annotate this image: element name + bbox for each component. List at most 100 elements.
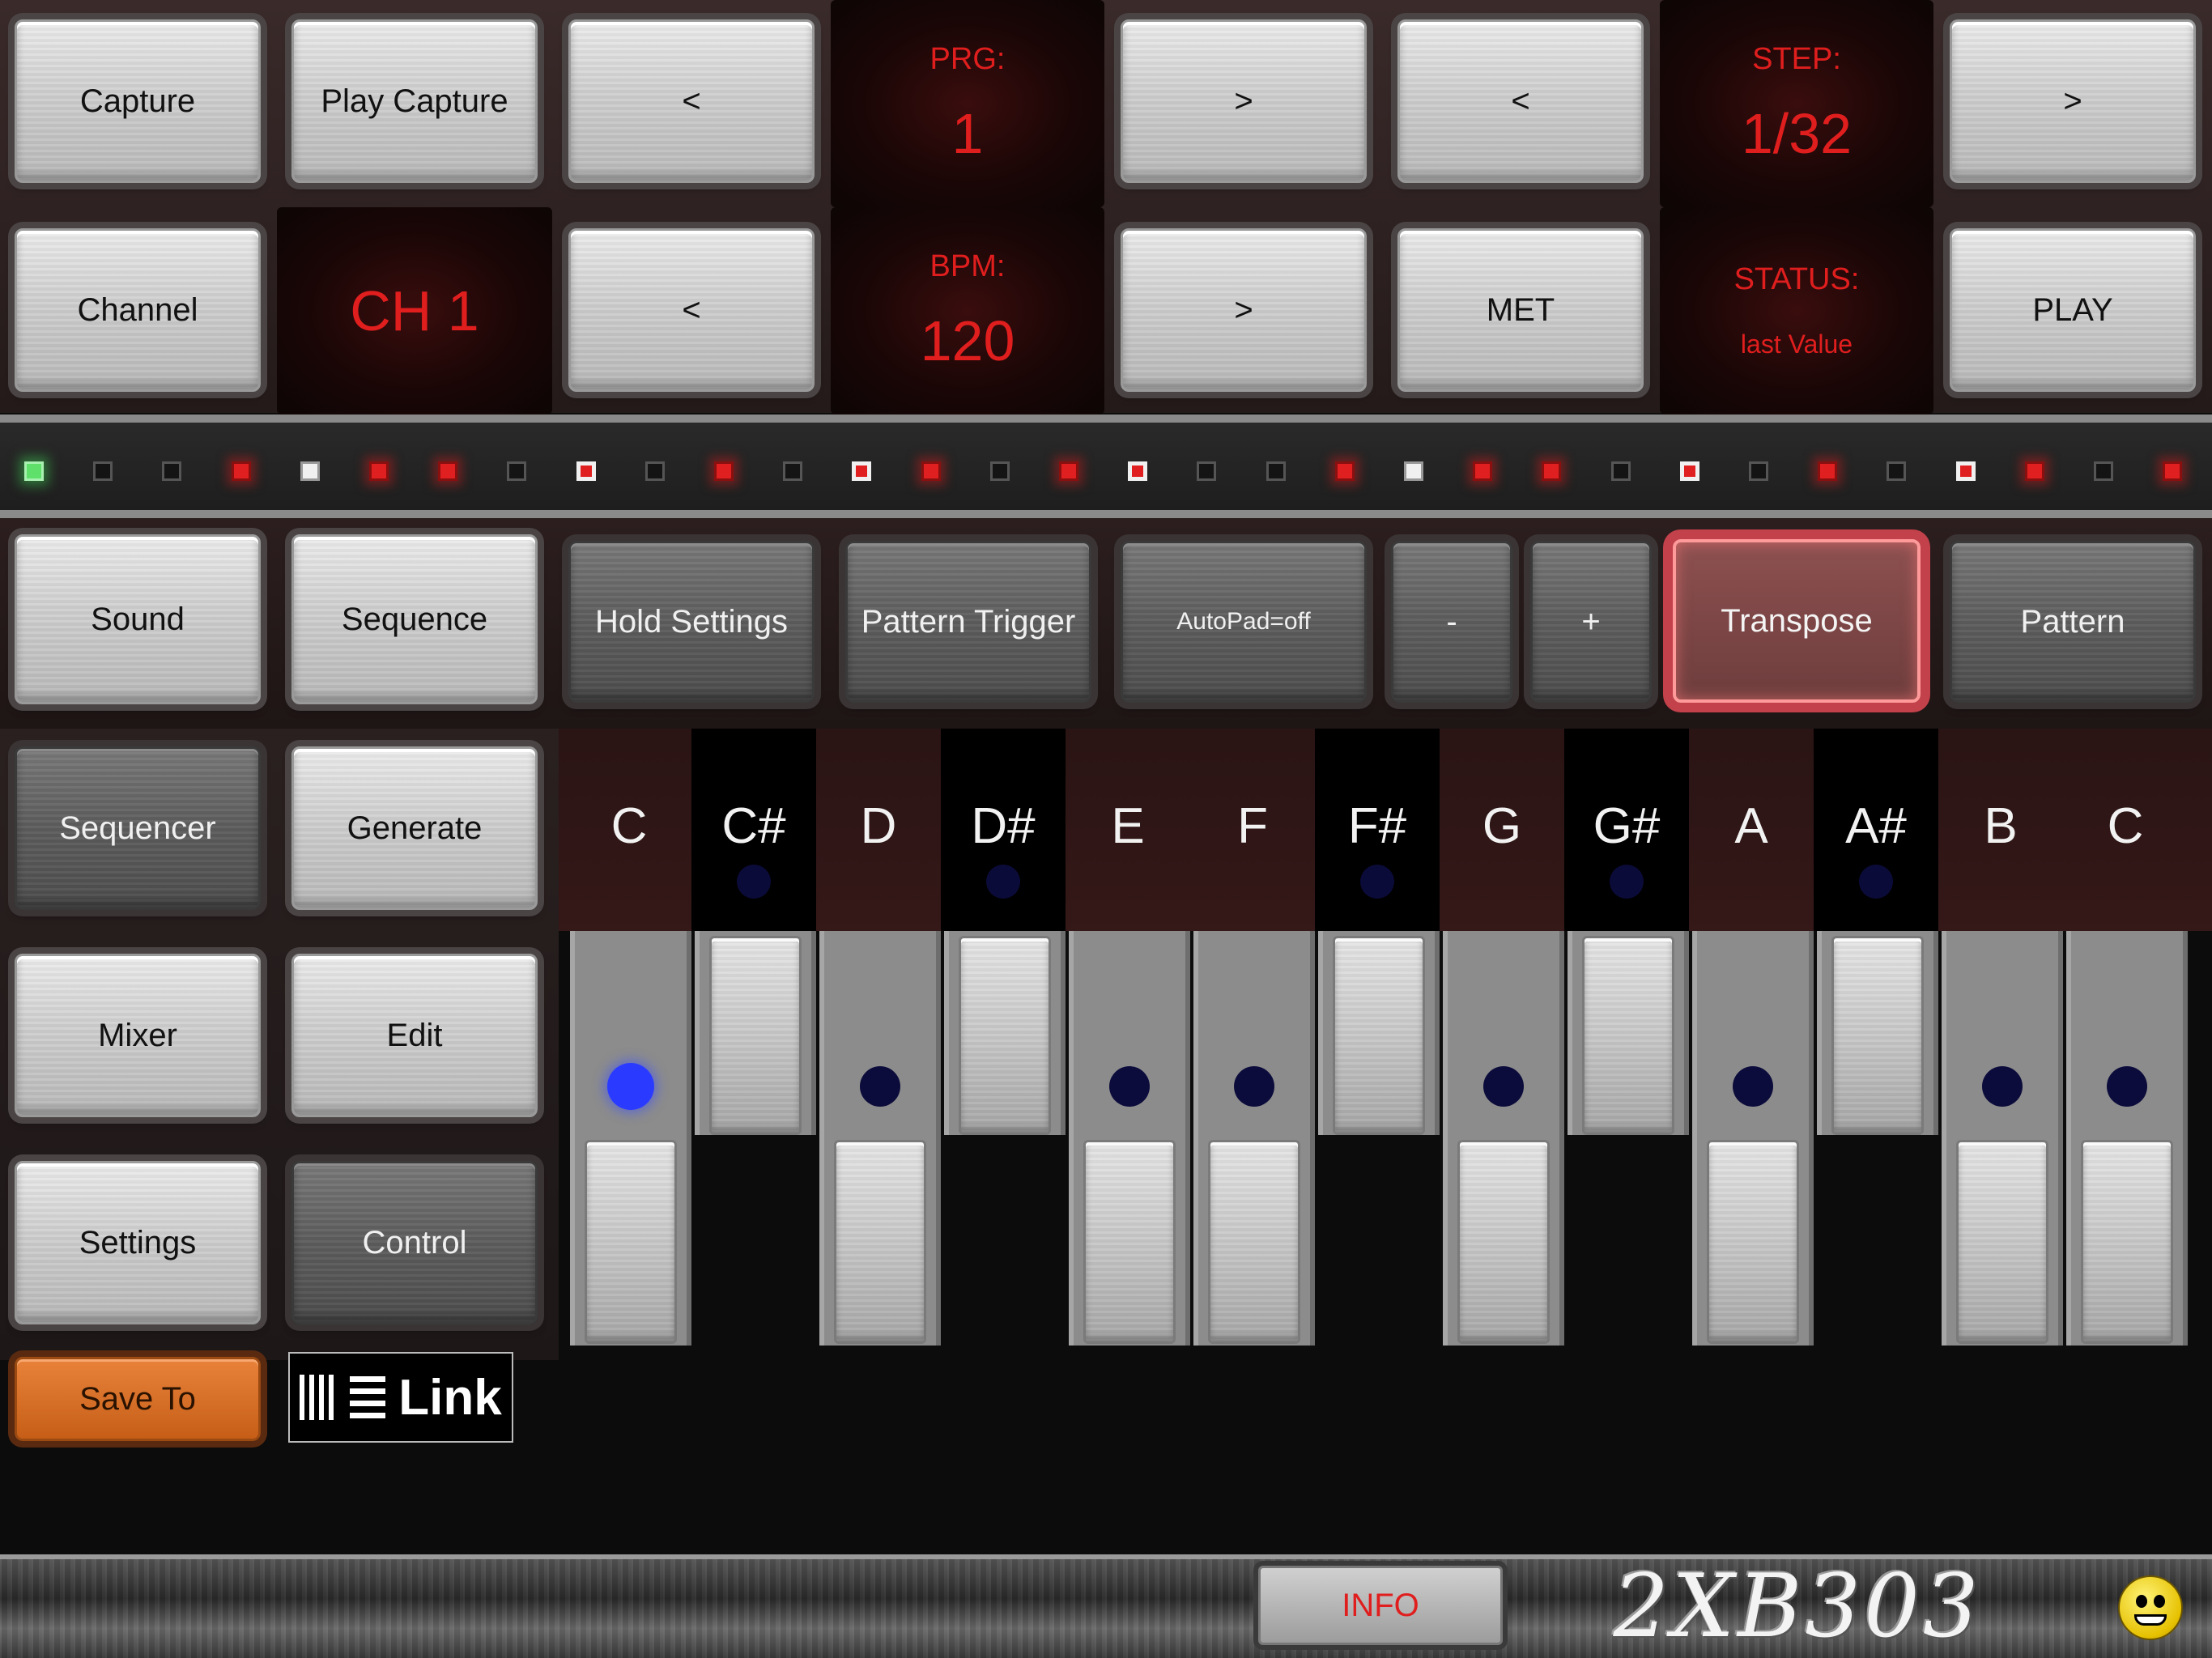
- step-led-32: [2163, 461, 2182, 481]
- ableton-link-button[interactable]: Link: [288, 1352, 513, 1443]
- play-capture-button[interactable]: Play Capture: [291, 19, 538, 183]
- program-value: 1: [951, 101, 984, 165]
- step-prev-button[interactable]: <: [1397, 19, 1644, 183]
- edit-button[interactable]: Edit: [291, 954, 538, 1117]
- step-led-8: [507, 461, 526, 481]
- step-led-10: [645, 461, 665, 481]
- note-label: G: [1482, 798, 1522, 854]
- step-led-25: [1680, 461, 1699, 481]
- note-label: E: [1111, 798, 1145, 854]
- bpm-value: 120: [920, 308, 1015, 372]
- note-label: C: [2107, 798, 2144, 854]
- program-label: PRG:: [929, 41, 1006, 76]
- bpm-next-button[interactable]: >: [1121, 228, 1367, 392]
- step-led-3: [162, 461, 181, 481]
- acid-smiley-icon[interactable]: [2118, 1575, 2183, 1640]
- step-led-18: [1197, 461, 1216, 481]
- step-led-28: [1887, 461, 1906, 481]
- note-indicator-icon: [1483, 1066, 1524, 1107]
- sequencer-button[interactable]: Sequencer: [15, 746, 261, 910]
- step-led-19: [1266, 461, 1286, 481]
- note-indicator-icon: [1109, 1066, 1150, 1107]
- smiley-mouth: [2134, 1614, 2167, 1626]
- white-key-pad[interactable]: [1956, 1140, 2048, 1344]
- black-key-indicator-icon: [1610, 865, 1644, 899]
- status-value: last Value: [1740, 329, 1853, 359]
- control-button[interactable]: Control: [291, 1161, 538, 1324]
- save-to-button[interactable]: Save To: [15, 1357, 261, 1441]
- step-led-31: [2094, 461, 2113, 481]
- program-prev-button[interactable]: <: [568, 19, 815, 183]
- smiley-left-eye: [2136, 1595, 2147, 1608]
- white-key-pad[interactable]: [1083, 1140, 1176, 1344]
- white-key-pad[interactable]: [1208, 1140, 1300, 1344]
- black-key-indicator-icon: [1859, 865, 1893, 899]
- step-led-17: [1128, 461, 1147, 481]
- white-key-pad[interactable]: [2081, 1140, 2173, 1344]
- note-label: C: [610, 798, 648, 854]
- step-led-2: [93, 461, 113, 481]
- active-note-indicator-icon: [607, 1063, 654, 1110]
- black-key-pad[interactable]: [709, 936, 802, 1135]
- step-led-21: [1404, 461, 1423, 481]
- status-display: STATUS: last Value: [1660, 207, 1933, 414]
- black-key-indicator-icon: [1360, 865, 1394, 899]
- note-label: F#: [1347, 798, 1407, 854]
- white-key-pad[interactable]: [1707, 1140, 1799, 1344]
- metronome-button[interactable]: MET: [1397, 228, 1644, 392]
- channel-value: CH 1: [350, 279, 479, 342]
- minus-button[interactable]: -: [1391, 541, 1512, 703]
- sound-button[interactable]: Sound: [15, 534, 261, 704]
- white-key-pad[interactable]: [834, 1140, 926, 1344]
- note-label: B: [1984, 798, 2018, 854]
- step-led-24: [1611, 461, 1631, 481]
- step-led-4: [232, 461, 251, 481]
- plus-button[interactable]: +: [1530, 541, 1652, 703]
- note-indicator-icon: [860, 1066, 900, 1107]
- play-button[interactable]: PLAY: [1950, 228, 2196, 392]
- step-led-15: [990, 461, 1010, 481]
- autopad-button[interactable]: AutoPad=off: [1121, 541, 1367, 703]
- note-label: D: [860, 798, 897, 854]
- black-key-pad[interactable]: [1831, 936, 1924, 1135]
- step-next-button[interactable]: >: [1950, 19, 2196, 183]
- note-label: G#: [1593, 798, 1661, 854]
- hold-settings-button[interactable]: Hold Settings: [568, 541, 815, 703]
- note-label: A#: [1845, 798, 1907, 854]
- step-led-23: [1542, 461, 1561, 481]
- black-key-indicator-icon: [737, 865, 771, 899]
- transpose-button[interactable]: Transpose: [1673, 539, 1921, 703]
- bpm-prev-button[interactable]: <: [568, 228, 815, 392]
- black-key-pad[interactable]: [1333, 936, 1425, 1135]
- step-led-13: [852, 461, 871, 481]
- step-led-27: [1818, 461, 1837, 481]
- capture-button[interactable]: Capture: [15, 19, 261, 183]
- step-led-6: [369, 461, 389, 481]
- channel-display: CH 1: [277, 207, 552, 414]
- white-key-pad[interactable]: [1457, 1140, 1550, 1344]
- note-indicator-icon: [1234, 1066, 1274, 1107]
- pattern-button[interactable]: Pattern: [1950, 541, 2196, 703]
- info-button[interactable]: INFO: [1258, 1566, 1503, 1645]
- step-led-22: [1473, 461, 1492, 481]
- white-key-pad[interactable]: [585, 1140, 677, 1344]
- pattern-trigger-button[interactable]: Pattern Trigger: [845, 541, 1091, 703]
- step-led-16: [1059, 461, 1078, 481]
- bpm-label: BPM:: [929, 249, 1006, 283]
- sequence-button[interactable]: Sequence: [291, 534, 538, 704]
- settings-button[interactable]: Settings: [15, 1161, 261, 1324]
- black-key-pad[interactable]: [1582, 936, 1674, 1135]
- step-led-9: [576, 461, 596, 481]
- note-label: C#: [721, 798, 786, 854]
- step-led-12: [783, 461, 802, 481]
- mixer-button[interactable]: Mixer: [15, 954, 261, 1117]
- step-led-5: [300, 461, 320, 481]
- link-lines-icon: [350, 1373, 386, 1422]
- note-indicator-icon: [2107, 1066, 2147, 1107]
- note-indicator-icon: [1982, 1066, 2023, 1107]
- channel-button[interactable]: Channel: [15, 228, 261, 392]
- note-label: D#: [971, 798, 1036, 854]
- program-next-button[interactable]: >: [1121, 19, 1367, 183]
- generate-button[interactable]: Generate: [291, 746, 538, 910]
- black-key-pad[interactable]: [959, 936, 1051, 1135]
